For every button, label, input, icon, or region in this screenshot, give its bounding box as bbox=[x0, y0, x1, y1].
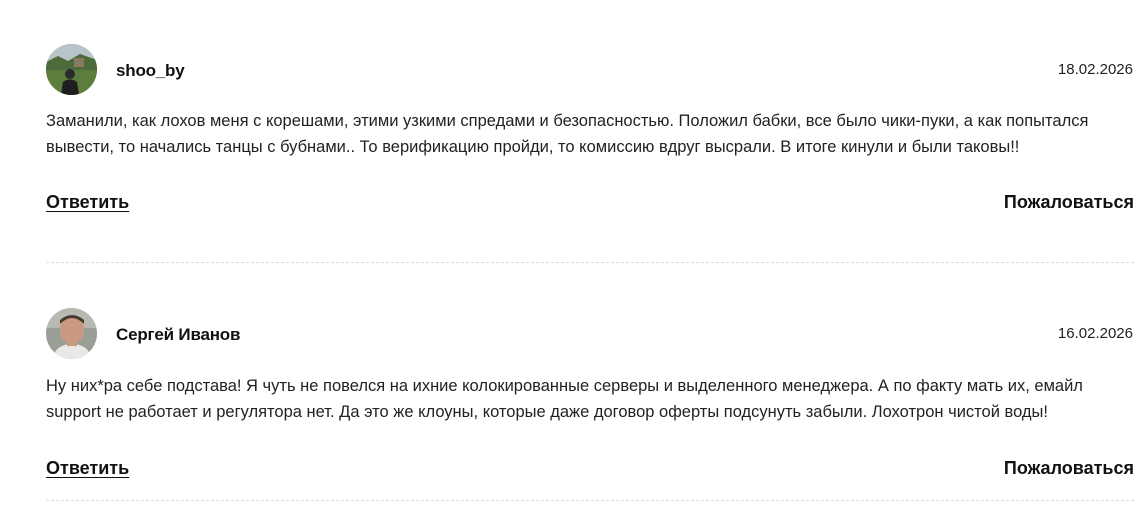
comment-header: shoo_by 18.02.2026 bbox=[46, 44, 1134, 96]
reply-link[interactable]: Ответить bbox=[46, 458, 129, 479]
avatar bbox=[46, 308, 97, 359]
comment-date: 16.02.2026 bbox=[1057, 325, 1133, 342]
user-photo-icon bbox=[46, 44, 97, 95]
comment-divider bbox=[46, 262, 1134, 263]
report-link[interactable]: Пожаловаться bbox=[1004, 192, 1134, 213]
comment-text: Ну них*ра себе подстава! Я чуть не повел… bbox=[46, 377, 1083, 421]
comment-date: 18.02.2026 bbox=[1057, 61, 1133, 78]
report-link[interactable]: Пожаловаться bbox=[1004, 458, 1134, 479]
comment-text: Заманили, как лохов меня с корешами, эти… bbox=[46, 112, 1089, 156]
reply-link[interactable]: Ответить bbox=[46, 192, 129, 213]
comment-divider bbox=[46, 500, 1134, 501]
comment-item: Сергей Иванов 16.02.2026 Ну них*ра себе … bbox=[46, 308, 1134, 501]
comment-actions: Ответить Пожаловаться bbox=[46, 192, 1134, 222]
comment-actions: Ответить Пожаловаться bbox=[46, 458, 1134, 488]
comments-list: shoo_by 18.02.2026 Заманили, как лохов м… bbox=[0, 0, 1138, 505]
comment-author: Сергей Иванов bbox=[116, 325, 241, 344]
avatar bbox=[46, 44, 97, 95]
user-photo-icon bbox=[46, 308, 97, 359]
comment-author: shoo_by bbox=[116, 61, 185, 80]
comment-header: Сергей Иванов 16.02.2026 bbox=[46, 308, 1134, 360]
comment-item: shoo_by 18.02.2026 Заманили, как лохов м… bbox=[46, 44, 1134, 263]
